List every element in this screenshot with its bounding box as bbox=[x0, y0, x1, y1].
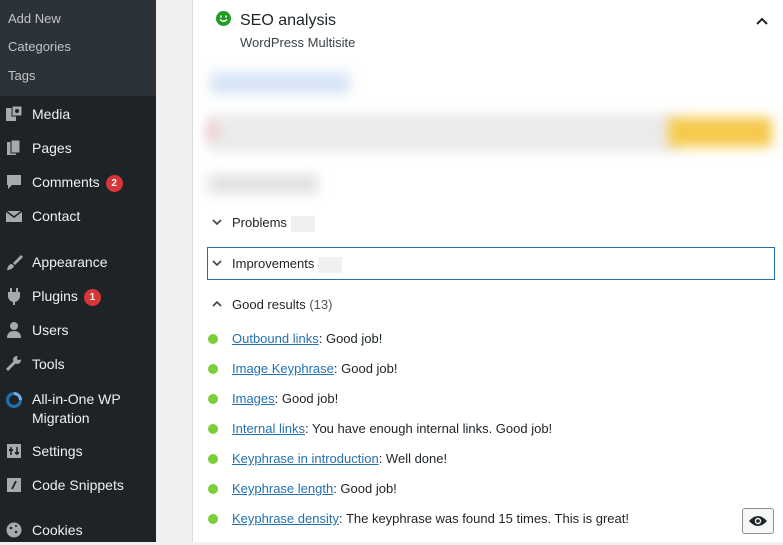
sidebar-item-settings[interactable]: Settings bbox=[0, 436, 156, 466]
eye-icon bbox=[748, 514, 768, 528]
good-bullet-icon bbox=[208, 484, 218, 494]
sidebar-item-label: Cookies bbox=[32, 521, 83, 538]
seo-analysis-title[interactable]: SEO analysis bbox=[240, 12, 336, 30]
sidebar-item-label: Contact bbox=[32, 207, 81, 224]
comments-count-badge: 2 bbox=[105, 174, 123, 192]
chevron-down-icon bbox=[210, 256, 224, 270]
tools-icon bbox=[5, 355, 23, 373]
media-icon bbox=[5, 105, 23, 123]
good-bullet-icon bbox=[208, 394, 218, 404]
chevron-down-icon bbox=[210, 215, 224, 229]
good-bullet-icon bbox=[208, 454, 218, 464]
keyphrase-density-link[interactable]: Keyphrase density bbox=[232, 511, 339, 526]
sidebar-item-label-line2: Migration bbox=[32, 410, 90, 426]
sidebar-item-label: All-in-One WP bbox=[32, 391, 121, 407]
sidebar-item-label: Comments bbox=[32, 173, 100, 190]
sidebar-item-plugins[interactable]: Plugins 1 bbox=[0, 281, 156, 311]
contact-icon bbox=[5, 207, 23, 225]
sidebar-item-tools[interactable]: Tools bbox=[0, 349, 156, 379]
pages-icon bbox=[5, 139, 23, 157]
submenu-tags[interactable]: Tags bbox=[8, 68, 35, 84]
good-results-count: (13) bbox=[309, 297, 333, 312]
sidebar-item-label: Pages bbox=[32, 139, 72, 156]
good-bullet-icon bbox=[208, 424, 218, 434]
image-keyphrase-link[interactable]: Image Keyphrase bbox=[232, 361, 334, 376]
good-bullet-icon bbox=[208, 514, 218, 524]
good-bullet-icon bbox=[208, 364, 218, 374]
outbound-links-link[interactable]: Outbound links bbox=[232, 331, 319, 346]
users-icon bbox=[5, 321, 23, 339]
admin-sidebar: Add New Categories Tags Media Pages Comm… bbox=[0, 0, 156, 542]
good-bullet-icon bbox=[208, 334, 218, 344]
sidebar-item-users[interactable]: Users bbox=[0, 315, 156, 345]
sidebar-item-label: Code Snippets bbox=[32, 476, 124, 493]
internal-links-link[interactable]: Internal links bbox=[232, 421, 305, 436]
sidebar-item-code-snippets[interactable]: Code Snippets bbox=[0, 470, 156, 500]
comments-icon bbox=[5, 173, 23, 191]
good-results-section-toggle[interactable]: Good results (13) bbox=[207, 288, 775, 321]
problems-label: Problems bbox=[232, 215, 287, 230]
improvements-section-toggle[interactable]: Improvements bbox=[207, 247, 775, 280]
sidebar-item-label: Users bbox=[32, 321, 69, 338]
code-snippets-icon bbox=[5, 476, 23, 494]
improvements-label: Improvements bbox=[232, 256, 315, 271]
plugins-icon bbox=[5, 287, 23, 305]
good-smiley-icon bbox=[216, 11, 231, 26]
chevron-up-icon[interactable] bbox=[753, 12, 771, 30]
submenu-categories[interactable]: Categories bbox=[8, 39, 71, 55]
settings-icon bbox=[5, 442, 23, 460]
sidebar-item-comments[interactable]: Comments 2 bbox=[0, 167, 156, 197]
images-link[interactable]: Images bbox=[232, 391, 275, 406]
plugins-update-badge: 1 bbox=[83, 288, 101, 306]
chevron-up-icon bbox=[210, 297, 224, 311]
sidebar-item-cookies[interactable]: Cookies bbox=[0, 515, 156, 545]
cookies-icon bbox=[5, 521, 23, 539]
posts-submenu: Add New Categories Tags bbox=[0, 0, 156, 96]
problems-count-blurred bbox=[290, 215, 315, 232]
problems-section-toggle[interactable]: Problems bbox=[207, 206, 775, 239]
sidebar-item-pages[interactable]: Pages bbox=[0, 133, 156, 163]
sidebar-item-label: Tools bbox=[32, 355, 65, 372]
sidebar-item-label: Appearance bbox=[32, 253, 108, 270]
sidebar-item-media[interactable]: Media bbox=[0, 99, 156, 129]
sidebar-item-appearance[interactable]: Appearance bbox=[0, 247, 156, 277]
seo-analysis-subtitle: WordPress Multisite bbox=[240, 35, 356, 50]
migration-icon bbox=[5, 391, 23, 409]
sidebar-item-label: Settings bbox=[32, 442, 83, 459]
improvements-count-blurred bbox=[318, 256, 343, 273]
submenu-add-new[interactable]: Add New bbox=[8, 11, 61, 27]
keyphrase-in-introduction-link[interactable]: Keyphrase in introduction bbox=[232, 451, 379, 466]
sidebar-item-all-in-one-wp-migration[interactable]: All-in-One WP Migration bbox=[0, 388, 156, 428]
sidebar-item-label: Plugins bbox=[32, 287, 78, 304]
appearance-icon bbox=[5, 253, 23, 271]
sidebar-item-contact[interactable]: Contact bbox=[0, 201, 156, 231]
sidebar-item-label: Media bbox=[32, 105, 71, 122]
keyphrase-length-link[interactable]: Keyphrase length bbox=[232, 481, 333, 496]
highlight-toggle-button[interactable] bbox=[742, 508, 774, 534]
good-results-label: Good results bbox=[232, 297, 306, 312]
